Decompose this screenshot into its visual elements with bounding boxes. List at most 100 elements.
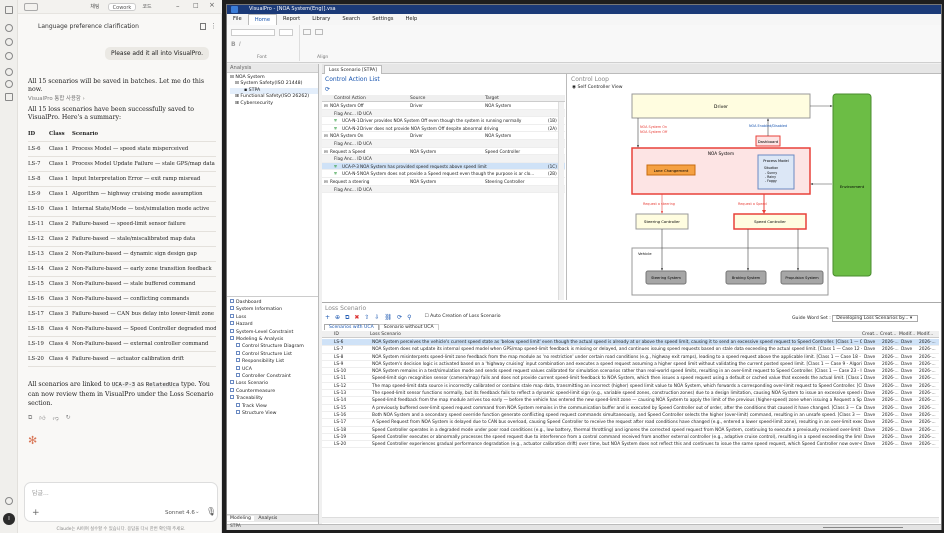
ls-row[interactable]: LS-20 Speed Controller experiences gradua… bbox=[322, 441, 939, 449]
cal-row[interactable]: ⛨ UCA-N-1 Driver provides NOA System Off e… bbox=[322, 117, 565, 125]
radio-icon[interactable]: ◉ bbox=[572, 85, 576, 90]
search-icon[interactable] bbox=[5, 38, 13, 46]
avatar[interactable]: I bbox=[3, 513, 15, 525]
delete-icon[interactable]: ✖ bbox=[354, 314, 359, 322]
tree-menu-item[interactable]: Responsibility List bbox=[230, 358, 304, 365]
tree-item[interactable]: ⊞ Cybersecurity bbox=[230, 101, 318, 107]
cal-row[interactable]: ⊟ NOA System On Driver NOA System bbox=[322, 132, 565, 140]
tree-menu-item[interactable]: Loss bbox=[230, 313, 304, 321]
tree-menu-item[interactable]: Countermeasure bbox=[230, 387, 304, 395]
tree-menu-item[interactable]: Loss Scenario bbox=[230, 380, 304, 387]
ls-row[interactable]: LS-17 A Speed Request from NOA System is … bbox=[322, 419, 939, 427]
ls-row[interactable]: LS-8 NOA System misinterprets speed-limit… bbox=[322, 354, 939, 361]
refresh-icon[interactable]: ⟳ bbox=[325, 86, 330, 93]
tree-menu-item[interactable]: Control Structure List bbox=[230, 350, 304, 358]
tab-analysis[interactable]: Analysis bbox=[255, 516, 280, 521]
auto-creation-checkbox[interactable]: ☐ Auto Creation of Loss Scenario bbox=[425, 314, 501, 322]
window-close-icon[interactable]: × bbox=[209, 1, 215, 9]
tree-menu-item[interactable]: Controller Constraint bbox=[230, 373, 304, 380]
ls-row[interactable]: LS-18 Speed Controller operates in a degr… bbox=[322, 427, 939, 434]
add-child-icon[interactable]: ⊕ bbox=[335, 314, 340, 322]
ls-row[interactable]: LS-16 Both NOA System and a secondary spe… bbox=[322, 412, 939, 420]
sidebar-toggle-icon[interactable] bbox=[5, 6, 13, 14]
tab-cowork[interactable]: Cowork bbox=[108, 3, 136, 11]
tree-menu-item[interactable]: Control Structure Diagram bbox=[230, 343, 304, 350]
cal-row[interactable]: ⊟ NOA System Off Driver NOA System bbox=[322, 102, 565, 110]
font-family-dropdown[interactable] bbox=[231, 29, 275, 36]
align-left-icon[interactable] bbox=[303, 29, 311, 35]
more-icon[interactable]: ⋮ bbox=[210, 22, 217, 30]
menu-home[interactable]: Home bbox=[247, 14, 278, 25]
composer[interactable]: 답글... + Sonnet 4.6 ⌄ 🎙︎ bbox=[24, 482, 218, 522]
font-size-dropdown[interactable] bbox=[279, 29, 293, 36]
cal-row[interactable]: Flag Anc... ID UCA bbox=[322, 155, 565, 163]
cal-row[interactable]: ⛨ UCA-N-2 Driver does not provide NOA Syst… bbox=[322, 125, 565, 133]
copy-icon[interactable]: ⧉ bbox=[28, 414, 32, 422]
cal-row[interactable]: ⊟ Request a Speed NOA System Speed Controll… bbox=[322, 148, 565, 156]
move-down-icon[interactable]: ⇩ bbox=[374, 314, 379, 322]
conversation-title[interactable]: Language preference clarification bbox=[38, 23, 139, 30]
ls-hscrollbar[interactable] bbox=[322, 517, 939, 523]
align-center-icon[interactable] bbox=[315, 29, 323, 35]
loop-option[interactable]: ◉ Self Controller View bbox=[568, 85, 941, 90]
cal-row[interactable]: Flag Anc... ID UCA bbox=[322, 185, 565, 194]
ls-row[interactable]: LS-19 Speed Controller executes or abnorm… bbox=[322, 434, 939, 442]
copy-row-icon[interactable]: ⧉ bbox=[345, 314, 349, 322]
bold-icon[interactable]: B bbox=[231, 41, 236, 48]
cal-scrollbar[interactable] bbox=[558, 102, 564, 300]
cal-row[interactable]: ⊟ Request a steering NOA System Steering Co… bbox=[322, 178, 565, 186]
cal-row[interactable]: Flag Anc... ID UCA bbox=[322, 109, 565, 118]
menu-report[interactable]: Report bbox=[277, 14, 306, 25]
tab-without-uca[interactable]: Scenario without UCA bbox=[378, 324, 439, 330]
filter-icon[interactable]: ⚲ bbox=[407, 314, 411, 322]
tree-menu-item[interactable]: Traceability bbox=[230, 395, 304, 402]
tab-chat[interactable]: 채팅 bbox=[84, 3, 106, 11]
download-icon[interactable] bbox=[5, 497, 13, 505]
document-icon[interactable] bbox=[200, 23, 206, 30]
ls-row[interactable]: LS-10 NOA System remains in a test/simula… bbox=[322, 368, 939, 376]
ls-row[interactable]: LS-14 Speed-limit feedback from the map m… bbox=[322, 397, 939, 405]
menu-search[interactable]: Search bbox=[336, 14, 366, 25]
window-max-icon[interactable]: □ bbox=[193, 2, 199, 9]
zoom-slider[interactable] bbox=[823, 527, 903, 528]
tree-menu-item[interactable]: Dashboard bbox=[230, 299, 304, 306]
ls-row[interactable]: LS-12 The map speed-limit data source is … bbox=[322, 383, 939, 391]
tree-menu-item[interactable]: Modeling & Analysis bbox=[230, 336, 304, 343]
microphone-icon[interactable]: 🎙︎ bbox=[206, 507, 216, 516]
cal-row[interactable]: ⛨ UCA-N-5 NOA System does not provide a Sp… bbox=[322, 170, 565, 178]
ls-row[interactable]: LS-7 NOA System does not update its inter… bbox=[322, 346, 939, 354]
tab-modeling[interactable]: Modeling bbox=[227, 516, 254, 521]
tree-menu-item[interactable]: System-Level Constraint bbox=[230, 328, 304, 336]
ls-row[interactable]: LS-11 Speed-limit sign recognition sensor… bbox=[322, 375, 939, 383]
model-selector[interactable]: Sonnet 4.6 bbox=[165, 510, 195, 516]
add-attachment-icon[interactable]: + bbox=[32, 508, 40, 518]
tree-menu-item[interactable]: Structure View bbox=[230, 410, 304, 417]
guide-dropdown[interactable]: Developing Loss Scenarios by... ▾ bbox=[832, 315, 919, 322]
tree-menu-item[interactable]: Track View bbox=[230, 402, 304, 410]
tree-menu-item[interactable]: UCA bbox=[230, 365, 304, 373]
thumbs-up-icon[interactable]: 👍︎ bbox=[39, 414, 45, 422]
tab-with-uca[interactable]: Scenarios with UCA bbox=[324, 324, 379, 330]
thumbs-down-icon[interactable]: 👎︎ bbox=[53, 414, 59, 422]
refresh-ls-icon[interactable]: ⟳ bbox=[397, 314, 402, 322]
menu-settings[interactable]: Settings bbox=[366, 14, 399, 25]
reply-input[interactable]: 답글... bbox=[32, 488, 49, 497]
window-layout-icon[interactable] bbox=[24, 3, 38, 11]
chats-icon[interactable] bbox=[5, 68, 13, 76]
italic-icon[interactable]: I bbox=[239, 41, 241, 48]
tool-use-label[interactable]: VisualPro 통합 사용함 › bbox=[28, 95, 214, 103]
artifacts-icon[interactable] bbox=[5, 93, 13, 101]
tab-code[interactable]: 코드 bbox=[138, 3, 156, 11]
tree-menu-item[interactable]: Hazard bbox=[230, 321, 304, 328]
chevron-down-icon[interactable]: ⌄ bbox=[127, 23, 132, 30]
cal-row[interactable]: ⛨ UCA-P-3 NOA System has provided speed re… bbox=[322, 162, 565, 171]
ls-row[interactable]: LS-9 NOA System's decision logic is activ… bbox=[322, 361, 939, 369]
move-up-icon[interactable]: ⇧ bbox=[364, 314, 369, 322]
ls-row[interactable]: LS-15 A previously buffered over-limit sp… bbox=[322, 405, 939, 412]
projects-icon[interactable] bbox=[5, 80, 13, 88]
link-icon[interactable]: ⛓ bbox=[384, 314, 392, 322]
ls-row[interactable]: LS-13 The speed-limit sensor functions no… bbox=[322, 390, 939, 398]
menu-file[interactable]: File bbox=[227, 14, 248, 25]
menu-help[interactable]: Help bbox=[399, 14, 423, 25]
model-chevron-icon[interactable]: ⌄ bbox=[195, 509, 200, 515]
